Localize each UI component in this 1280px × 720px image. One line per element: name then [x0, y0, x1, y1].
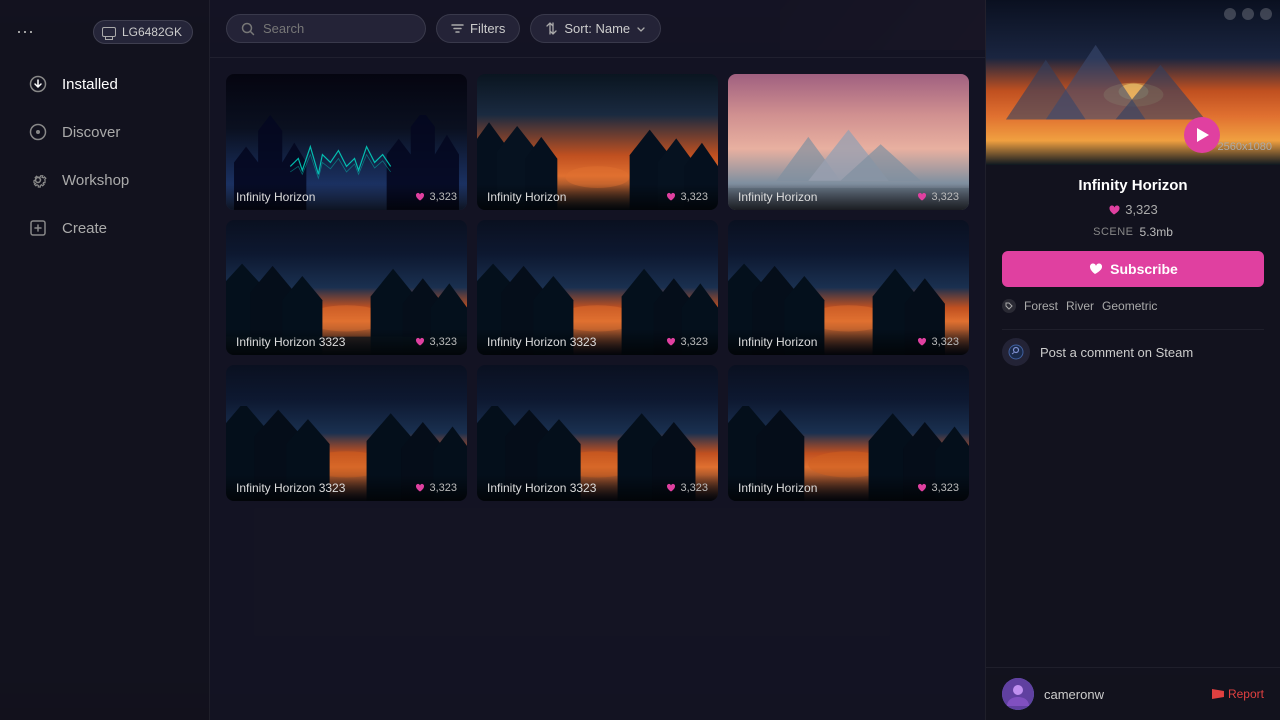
filters-button[interactable]: Filters	[436, 14, 520, 43]
tag-forest[interactable]: Forest	[1024, 299, 1058, 313]
card-likes: 3,323	[415, 482, 457, 494]
chevron-down-icon	[636, 24, 646, 34]
card-likes: 3,323	[917, 336, 959, 348]
table-row[interactable]: Infinity Horizon 3323 3,323	[226, 220, 467, 356]
table-row[interactable]: Infinity Horizon 3,323	[728, 220, 969, 356]
card-info: Infinity Horizon 3323 3,323	[477, 329, 718, 355]
card-title: Infinity Horizon 3323	[487, 335, 596, 349]
tags-row: Forest River Geometric	[1002, 295, 1264, 317]
filters-label: Filters	[470, 21, 505, 36]
panel-scene-label: SCENE	[1093, 226, 1133, 238]
card-likes: 3,323	[415, 336, 457, 348]
toolbar: Filters Sort: Name	[210, 0, 985, 58]
card-info: Infinity Horizon 3,323	[477, 184, 718, 210]
panel-info: Infinity Horizon 3,323 SCENE 5.3mb Subsc…	[986, 165, 1280, 386]
card-title: Infinity Horizon 3323	[487, 481, 596, 495]
card-title: Infinity Horizon	[236, 190, 315, 204]
card-title: Infinity Horizon	[738, 481, 817, 495]
panel-likes-count: 3,323	[1125, 202, 1158, 217]
card-info: Infinity Horizon 3323 3,323	[477, 475, 718, 501]
sidebar: ⋯ LG6482GK Installed Discov	[0, 0, 210, 720]
card-info: Infinity Horizon 3,323	[728, 329, 969, 355]
card-title: Infinity Horizon	[487, 190, 566, 204]
preview-resolution: 2560x1080	[1218, 141, 1272, 153]
panel-likes: 3,323	[1002, 202, 1264, 217]
card-title: Infinity Horizon 3323	[236, 335, 345, 349]
card-info: Infinity Horizon 3,323	[728, 475, 969, 501]
table-row[interactable]: Infinity Horizon 3,323	[226, 74, 467, 210]
gear-icon	[28, 170, 48, 190]
sidebar-top: ⋯ LG6482GK	[0, 12, 209, 60]
right-panel: 2560x1080 Infinity Horizon 3,323 SCENE 5…	[985, 0, 1280, 720]
card-info: Infinity Horizon 3323 3,323	[226, 475, 467, 501]
sort-icon	[545, 22, 558, 35]
search-input[interactable]	[263, 21, 393, 36]
window-controls	[1224, 8, 1272, 20]
avatar	[1002, 678, 1034, 710]
card-likes: 3,323	[666, 336, 708, 348]
report-button[interactable]: Report	[1212, 687, 1264, 701]
steam-label: Post a comment on Steam	[1040, 345, 1193, 360]
card-likes: 3,323	[415, 191, 457, 203]
compass-icon	[28, 122, 48, 142]
card-likes: 3,323	[917, 482, 959, 494]
subscribe-button[interactable]: Subscribe	[1002, 251, 1264, 287]
tag-geometric[interactable]: Geometric	[1102, 299, 1157, 313]
sidebar-item-discover-label: Discover	[62, 124, 120, 141]
wallpaper-grid: Infinity Horizon 3,323	[226, 74, 969, 501]
steam-icon	[1002, 338, 1030, 366]
sidebar-item-create-label: Create	[62, 220, 107, 237]
user-badge[interactable]: LG6482GK	[93, 20, 193, 44]
table-row[interactable]: Infinity Horizon 3,323	[728, 365, 969, 501]
close-button[interactable]	[1260, 8, 1272, 20]
table-row[interactable]: Infinity Horizon 3323 3,323	[226, 365, 467, 501]
filter-icon	[451, 22, 464, 35]
sidebar-item-installed[interactable]: Installed	[8, 62, 201, 106]
search-box[interactable]	[226, 14, 426, 43]
panel-scene-size: 5.3mb	[1140, 225, 1173, 239]
panel-bottom: cameronw Report	[986, 667, 1280, 720]
wallpaper-grid-container[interactable]: Infinity Horizon 3,323	[210, 58, 985, 720]
card-title: Infinity Horizon 3323	[236, 481, 345, 495]
card-likes: 3,323	[917, 191, 959, 203]
sort-label: Sort: Name	[564, 21, 630, 36]
card-info: Infinity Horizon 3,323	[728, 184, 969, 210]
create-icon	[28, 218, 48, 238]
sidebar-item-discover[interactable]: Discover	[8, 110, 201, 154]
main-content: Filters Sort: Name	[210, 0, 985, 720]
minimize-button[interactable]	[1224, 8, 1236, 20]
table-row[interactable]: Infinity Horizon 3,323	[728, 74, 969, 210]
card-title: Infinity Horizon	[738, 190, 817, 204]
panel-scene-info: SCENE 5.3mb	[1002, 225, 1264, 239]
sidebar-item-workshop[interactable]: Workshop	[8, 158, 201, 202]
card-info: Infinity Horizon 3323 3,323	[226, 329, 467, 355]
report-label: Report	[1228, 687, 1264, 701]
user-badge-label: LG6482GK	[122, 25, 182, 39]
menu-icon[interactable]: ⋯	[16, 22, 34, 43]
heart-icon	[1088, 262, 1102, 276]
tag-icon	[1002, 299, 1016, 313]
tag-river[interactable]: River	[1066, 299, 1094, 313]
user-name: cameronw	[1044, 687, 1202, 702]
steam-row[interactable]: Post a comment on Steam	[1002, 329, 1264, 374]
sidebar-item-installed-label: Installed	[62, 76, 118, 93]
card-title: Infinity Horizon	[738, 335, 817, 349]
maximize-button[interactable]	[1242, 8, 1254, 20]
card-likes: 3,323	[666, 191, 708, 203]
card-info: Infinity Horizon 3,323	[226, 184, 467, 210]
sort-button[interactable]: Sort: Name	[530, 14, 661, 43]
sidebar-item-create[interactable]: Create	[8, 206, 201, 250]
card-likes: 3,323	[666, 482, 708, 494]
table-row[interactable]: Infinity Horizon 3323 3,323	[477, 365, 718, 501]
table-row[interactable]: Infinity Horizon 3323 3,323	[477, 220, 718, 356]
sidebar-item-workshop-label: Workshop	[62, 172, 129, 189]
search-icon	[241, 22, 255, 36]
preview-area: 2560x1080	[986, 0, 1280, 165]
download-icon	[28, 74, 48, 94]
report-flag-icon	[1212, 689, 1224, 699]
subscribe-label: Subscribe	[1110, 261, 1178, 277]
table-row[interactable]: Infinity Horizon 3,323	[477, 74, 718, 210]
monitor-icon	[102, 27, 116, 37]
panel-title: Infinity Horizon	[1002, 177, 1264, 194]
